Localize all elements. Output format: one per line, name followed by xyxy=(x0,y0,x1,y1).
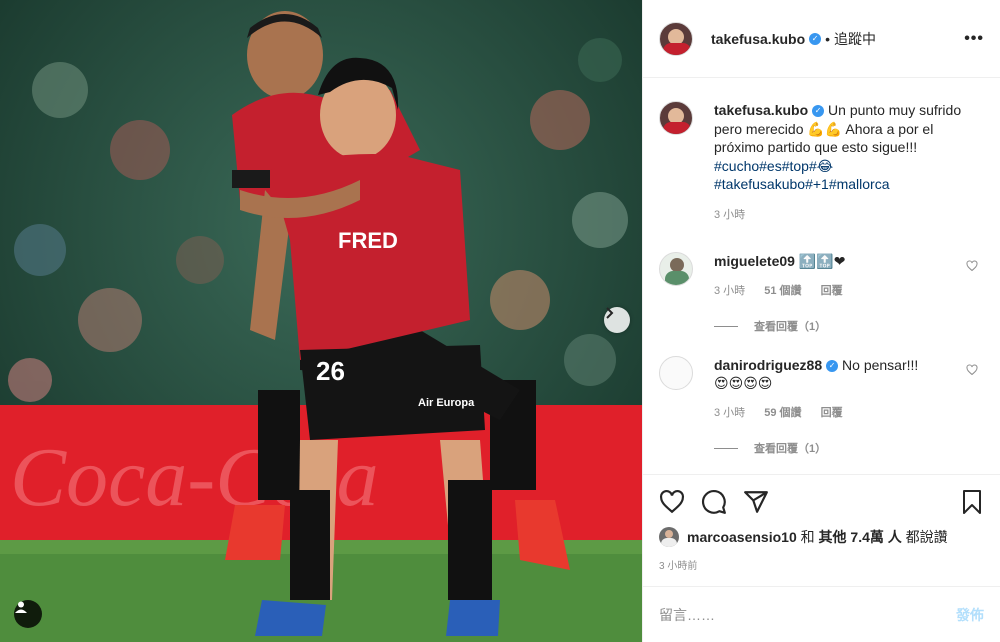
reply-button[interactable]: 回覆 xyxy=(821,285,843,297)
photo-illustration: Coca-Cola FRED 26 Air Europa xyxy=(0,0,642,642)
add-comment-bar: 發佈 xyxy=(643,586,1000,642)
save-bookmark-icon[interactable] xyxy=(960,489,984,515)
comment-bubble-icon[interactable] xyxy=(701,489,727,515)
comment-text: 🔝🔝❤ xyxy=(798,253,846,269)
following-button[interactable]: 追蹤中 xyxy=(834,29,876,49)
post-timestamp[interactable]: 3 小時前 xyxy=(659,557,984,572)
like-heart-icon[interactable] xyxy=(659,489,685,515)
caption-hashtags-2[interactable]: #takefusakubo#+1#mallorca xyxy=(714,176,890,192)
post-comment-button[interactable]: 發佈 xyxy=(956,605,984,625)
likes-others-button[interactable]: 其他 7.4萬 人 xyxy=(819,527,902,547)
likes-middle-text: 和 xyxy=(796,529,819,545)
commenter-avatar[interactable] xyxy=(659,252,693,286)
caption-avatar[interactable] xyxy=(659,101,693,135)
next-photo-button[interactable] xyxy=(604,307,630,333)
post-panel: takefusa.kubo ✓ • 追蹤中 ••• takefusa.kubo ✓… xyxy=(642,0,1000,642)
tagged-users-button[interactable] xyxy=(14,600,42,628)
likes-suffix-text: 都說讚 xyxy=(901,529,948,545)
caption-hashtags-1[interactable]: #cucho#es#top#😂 xyxy=(714,158,833,174)
comment-username[interactable]: danirodriguez88 xyxy=(714,357,822,373)
reply-button[interactable]: 回覆 xyxy=(821,407,843,419)
share-paper-plane-icon[interactable] xyxy=(743,489,769,515)
comment-time[interactable]: 3 小時 xyxy=(714,285,745,297)
post-actions: marcoasensio10 和 其他 7.4萬 人 都說讚 3 小時前 xyxy=(643,474,1000,572)
likes-summary: marcoasensio10 和 其他 7.4萬 人 都說讚 xyxy=(659,527,984,547)
sleeve-sponsor-text: Air Europa xyxy=(418,397,475,409)
caption: takefusa.kubo ✓ Un punto muy sufrido pero… xyxy=(659,101,984,224)
view-replies-button[interactable]: 查看回覆（1） xyxy=(714,318,984,334)
post-header: takefusa.kubo ✓ • 追蹤中 ••• xyxy=(643,0,1000,78)
caption-username[interactable]: takefusa.kubo xyxy=(714,102,808,118)
view-replies-button[interactable]: 查看回覆（1） xyxy=(714,440,984,456)
view-replies-label: 查看回覆（1） xyxy=(754,443,827,455)
shirt-number-text: 26 xyxy=(316,356,345,386)
comment-text: No pensar!!! xyxy=(842,357,919,373)
comment-username[interactable]: miguelete09 xyxy=(714,253,795,269)
comment-time[interactable]: 3 小時 xyxy=(714,407,745,419)
verified-badge-icon: ✓ xyxy=(826,360,839,373)
liker-username[interactable]: marcoasensio10 xyxy=(687,529,797,545)
comment-likes[interactable]: 51 個讚 xyxy=(764,285,801,297)
more-options-icon[interactable]: ••• xyxy=(964,30,984,48)
comments-list[interactable]: takefusa.kubo ✓ Un punto muy sufrido pero… xyxy=(643,79,1000,474)
comment-item: danirodriguez88 ✓ No pensar!!! 😍😍😍😍 3 小時 … xyxy=(659,356,984,422)
user-icon xyxy=(15,601,27,613)
like-comment-heart-icon[interactable] xyxy=(966,364,978,376)
chevron-right-icon xyxy=(606,307,614,319)
commenter-avatar[interactable] xyxy=(659,356,693,390)
post-photo[interactable]: Coca-Cola FRED 26 Air Europa xyxy=(0,0,642,642)
like-comment-heart-icon[interactable] xyxy=(966,260,978,272)
caption-time[interactable]: 3 小時 xyxy=(714,209,745,221)
author-username[interactable]: takefusa.kubo xyxy=(711,31,805,47)
shirt-sponsor-text: FRED xyxy=(338,228,398,253)
comment-item: miguelete09 🔝🔝❤ 3 小時 51 個讚 回覆 xyxy=(659,252,984,300)
comment-emojis: 😍😍😍😍 xyxy=(714,375,773,391)
author-avatar[interactable] xyxy=(659,21,693,56)
comment-input[interactable] xyxy=(659,606,956,623)
liker-avatar[interactable] xyxy=(659,527,679,547)
separator-dot: • xyxy=(825,30,831,47)
verified-badge-icon: ✓ xyxy=(812,105,825,118)
comment-likes[interactable]: 59 個讚 xyxy=(764,407,801,419)
verified-badge-icon: ✓ xyxy=(809,32,822,45)
view-replies-label: 查看回覆（1） xyxy=(754,321,827,333)
